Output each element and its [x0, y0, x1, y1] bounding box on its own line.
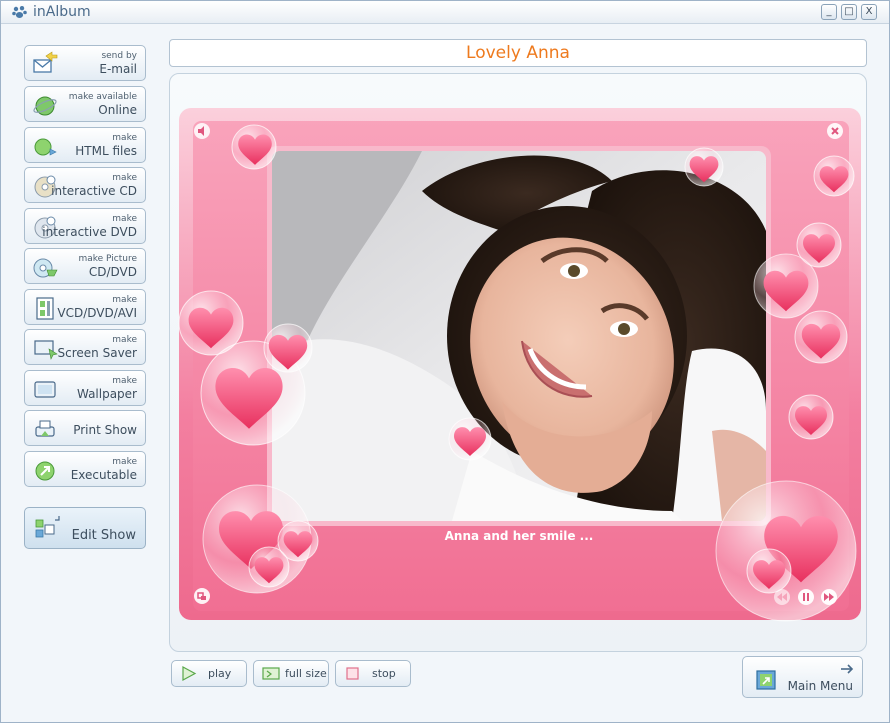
make-screensaver-label-2: Screen Saver — [57, 346, 137, 360]
wallpaper-icon — [34, 381, 56, 398]
restore-size-button[interactable] — [193, 587, 211, 605]
make-dvd-label-2: interactive DVD — [42, 225, 137, 239]
make-online-button[interactable]: make available Online — [24, 86, 146, 122]
make-dvd-label-1: make — [112, 214, 137, 224]
make-interactive-dvd-button[interactable]: make interactive DVD — [24, 208, 146, 244]
make-vcd-label-1: make — [112, 295, 137, 305]
show-title-field[interactable]: Lovely Anna — [169, 39, 867, 67]
send-email-label-1: send by — [101, 51, 137, 61]
executable-icon — [35, 461, 55, 481]
make-cd-label-2: interactive CD — [51, 184, 137, 198]
print-show-label: Print Show — [73, 423, 137, 437]
make-wallpaper-label-2: Wallpaper — [76, 387, 137, 401]
main-menu-label: Main Menu — [787, 679, 853, 693]
make-html-label-1: make — [112, 133, 137, 143]
minimize-button[interactable]: _ — [821, 4, 837, 20]
slide-caption: Anna and her smile ... — [444, 529, 594, 543]
close-button[interactable]: X — [861, 4, 877, 20]
paw-logo-icon — [12, 6, 27, 18]
make-interactive-cd-button[interactable]: make interactive CD — [24, 167, 146, 203]
portrait-photo — [272, 151, 766, 521]
make-executable-button[interactable]: make Executable — [24, 451, 146, 487]
make-picture-cd-label-2: CD/DVD — [88, 265, 137, 279]
main-menu-button[interactable]: Main Menu — [742, 656, 863, 698]
play-icon — [182, 666, 197, 681]
full-size-label: full size — [285, 667, 327, 680]
maximize-button[interactable]: □ — [841, 4, 857, 20]
make-html-button[interactable]: make HTML files — [24, 127, 146, 163]
print-icon — [35, 420, 55, 437]
full-size-button[interactable]: full size — [253, 660, 329, 687]
app-window: inAlbum _ □ X send by E-mail make availa… — [0, 0, 890, 723]
globe-online-icon — [33, 96, 57, 116]
edit-show-icon — [35, 516, 60, 538]
picture-cd-icon — [33, 258, 58, 278]
make-vcd-button[interactable]: make VCD/DVD/AVI — [24, 289, 146, 325]
make-executable-label-1: make — [112, 457, 137, 467]
email-send-icon — [33, 51, 58, 73]
make-html-label-2: HTML files — [75, 144, 137, 158]
make-screensaver-label-1: make — [112, 335, 137, 345]
pause-slide-button[interactable] — [797, 588, 815, 606]
previous-slide-button[interactable] — [773, 588, 791, 606]
play-button[interactable]: play — [171, 660, 247, 687]
screensaver-icon — [34, 340, 58, 360]
make-picture-cd-button[interactable]: make Picture CD/DVD — [24, 248, 146, 284]
make-executable-label-2: Executable — [70, 468, 137, 482]
arrow-right-icon — [841, 664, 854, 674]
edit-show-label: Edit Show — [71, 528, 136, 543]
make-online-label-1: make available — [68, 92, 137, 102]
make-picture-cd-label-1: make Picture — [78, 254, 137, 264]
full-size-icon — [262, 667, 280, 680]
send-email-button[interactable]: send by E-mail — [24, 45, 146, 81]
main-menu-icon — [756, 670, 776, 690]
slideshow-close-button[interactable] — [826, 122, 844, 140]
app-title: inAlbum — [33, 4, 91, 20]
send-email-label-2: E-mail — [99, 62, 137, 76]
make-screen-saver-button[interactable]: make Screen Saver — [24, 329, 146, 365]
make-vcd-label-2: VCD/DVD/AVI — [57, 306, 137, 320]
edit-show-button[interactable]: Edit Show — [24, 507, 146, 549]
stop-button[interactable]: stop — [335, 660, 411, 687]
video-icon — [36, 297, 54, 320]
stop-icon — [346, 667, 359, 680]
html-upload-icon — [34, 138, 57, 156]
make-wallpaper-label-1: make — [112, 376, 137, 386]
title-bar: inAlbum _ □ X — [1, 1, 889, 24]
slide-photo — [272, 151, 766, 521]
play-label: play — [208, 667, 232, 680]
next-slide-button[interactable] — [820, 588, 838, 606]
make-online-label-2: Online — [98, 103, 137, 117]
make-cd-label-1: make — [112, 173, 137, 183]
stop-label: stop — [372, 667, 396, 680]
sound-toggle-button[interactable] — [193, 122, 211, 140]
print-show-button[interactable]: Print Show — [24, 410, 146, 446]
make-wallpaper-button[interactable]: make Wallpaper — [24, 370, 146, 406]
